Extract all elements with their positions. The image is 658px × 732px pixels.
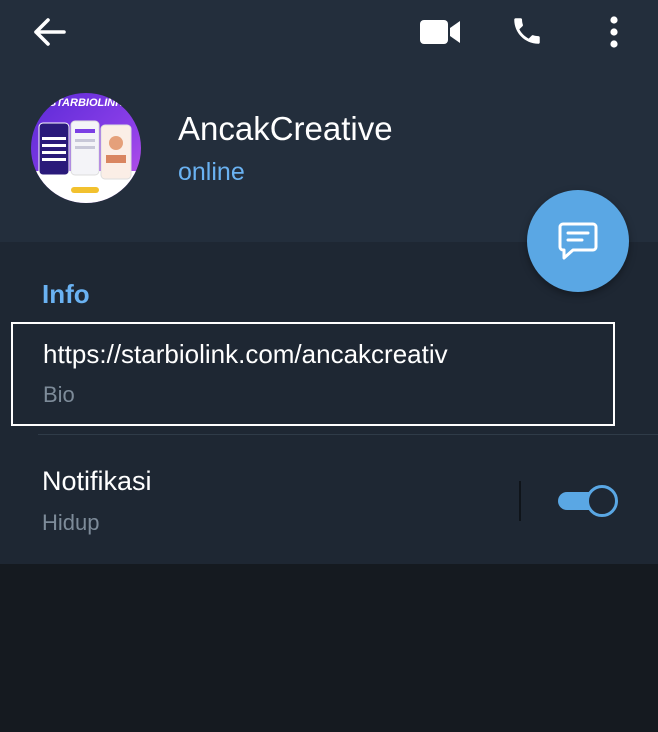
avatar-logo-text: STARBIOLINK xyxy=(49,97,124,109)
avatar[interactable]: STARBIOLINK xyxy=(31,93,141,203)
video-camera-icon xyxy=(420,20,460,44)
info-section: Info https://starbiolink.com/ancakcreati… xyxy=(0,242,658,564)
profile-name: AncakCreative xyxy=(178,110,393,147)
video-call-button[interactable] xyxy=(410,8,470,56)
notifications-status: Hidup xyxy=(42,510,100,535)
avatar-image: STARBIOLINK xyxy=(31,93,141,203)
back-button[interactable] xyxy=(22,10,78,54)
notifications-toggle[interactable] xyxy=(556,485,620,517)
voice-call-button[interactable] xyxy=(500,6,554,56)
profile-status: online xyxy=(178,158,245,186)
more-vertical-icon xyxy=(610,16,618,48)
vertical-separator xyxy=(519,481,521,521)
bio-row[interactable]: https://starbiolink.com/ancakcreativ Bio xyxy=(11,322,615,426)
more-options-button[interactable] xyxy=(594,8,634,56)
bio-link[interactable]: https://starbiolink.com/ancakcreativ xyxy=(43,339,448,370)
arrow-left-icon xyxy=(34,18,66,46)
message-icon xyxy=(558,222,598,260)
row-divider xyxy=(38,434,658,435)
notifications-row[interactable]: Notifikasi Hidup xyxy=(0,442,658,546)
notifications-title: Notifikasi xyxy=(42,466,152,496)
phone-icon xyxy=(514,18,540,44)
send-message-button[interactable] xyxy=(527,190,629,292)
section-title-info: Info xyxy=(42,279,90,309)
bio-label: Bio xyxy=(43,382,75,407)
toggle-thumb xyxy=(586,485,618,517)
